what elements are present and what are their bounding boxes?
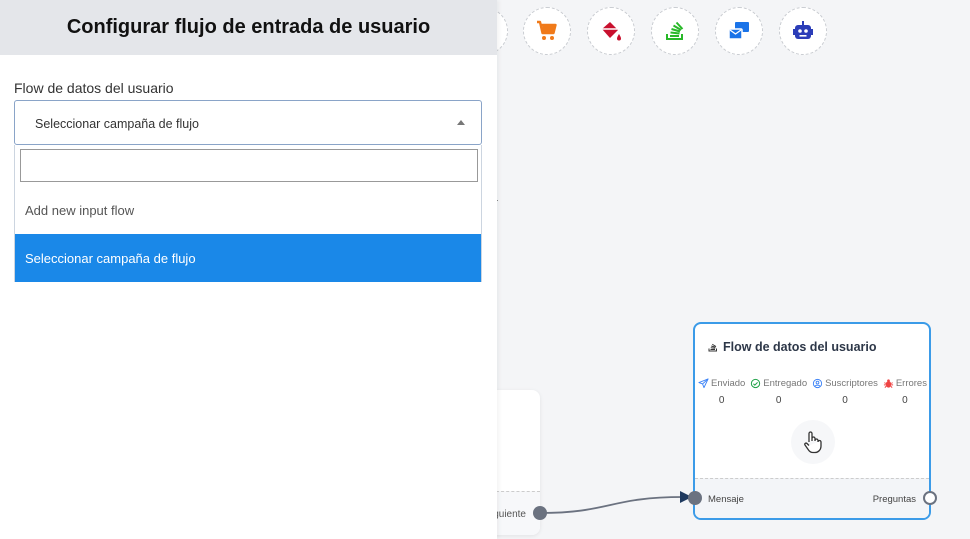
user-circle-icon	[812, 378, 823, 389]
mail-flow-icon	[728, 22, 749, 40]
node-stats: Enviado 0 Entregado 0 Suscriptores 0 Err…	[698, 378, 927, 406]
robot-button[interactable]	[779, 7, 827, 55]
panel-header: Configurar flujo de entrada de usuario	[0, 0, 497, 55]
flow-node-title: Flow de datos del usuario	[707, 340, 877, 354]
bug-icon	[883, 379, 893, 388]
mail-flow-button[interactable]	[715, 7, 763, 55]
input-label: Mensaje	[708, 494, 744, 505]
stat-sent: Enviado 0	[698, 378, 745, 406]
option-add-new-input-flow[interactable]: Add new input flow	[15, 186, 481, 234]
paint-bucket-button[interactable]	[587, 7, 635, 55]
flow-campaign-select[interactable]: Seleccionar campaña de flujo	[14, 100, 482, 145]
option-select-flow-campaign[interactable]: Seleccionar campaña de flujo	[15, 234, 481, 282]
hand-pointer-icon	[791, 420, 835, 464]
paper-plane-icon	[698, 378, 709, 389]
stack-icon	[666, 21, 684, 40]
output-label: Preguntas	[872, 494, 916, 505]
previous-node-output-port[interactable]	[533, 506, 547, 520]
stat-errors: Errores 0	[883, 378, 927, 406]
dropdown-search-input[interactable]	[20, 149, 478, 182]
cart-button[interactable]	[523, 7, 571, 55]
flow-node[interactable]: Flow de datos del usuario Enviado 0 Entr…	[693, 322, 931, 520]
flow-node-output-port[interactable]	[923, 491, 937, 505]
select-dropdown: Add new input flow Seleccionar campaña d…	[14, 145, 482, 282]
config-side-panel: Configurar flujo de entrada de usuario F…	[0, 0, 497, 539]
flow-node-footer: Mensaje Preguntas	[695, 478, 929, 518]
panel-title: Configurar flujo de entrada de usuario	[66, 16, 431, 38]
caret-up-icon	[457, 120, 465, 125]
flow-node-title-text: Flow de datos del usuario	[723, 340, 877, 354]
flow-field-label: Flow de datos del usuario	[14, 80, 174, 96]
paint-bucket-icon	[602, 22, 621, 41]
robot-icon	[793, 21, 813, 39]
flow-node-input-port[interactable]	[688, 491, 702, 505]
stack-icon	[708, 343, 717, 352]
select-current-value: Seleccionar campaña de flujo	[35, 117, 199, 131]
stat-subscribers: Suscriptores 0	[812, 378, 878, 406]
cart-icon	[537, 20, 557, 40]
stat-delivered: Entregado 0	[750, 378, 807, 406]
stack-button[interactable]	[651, 7, 699, 55]
check-circle-icon	[751, 378, 761, 389]
